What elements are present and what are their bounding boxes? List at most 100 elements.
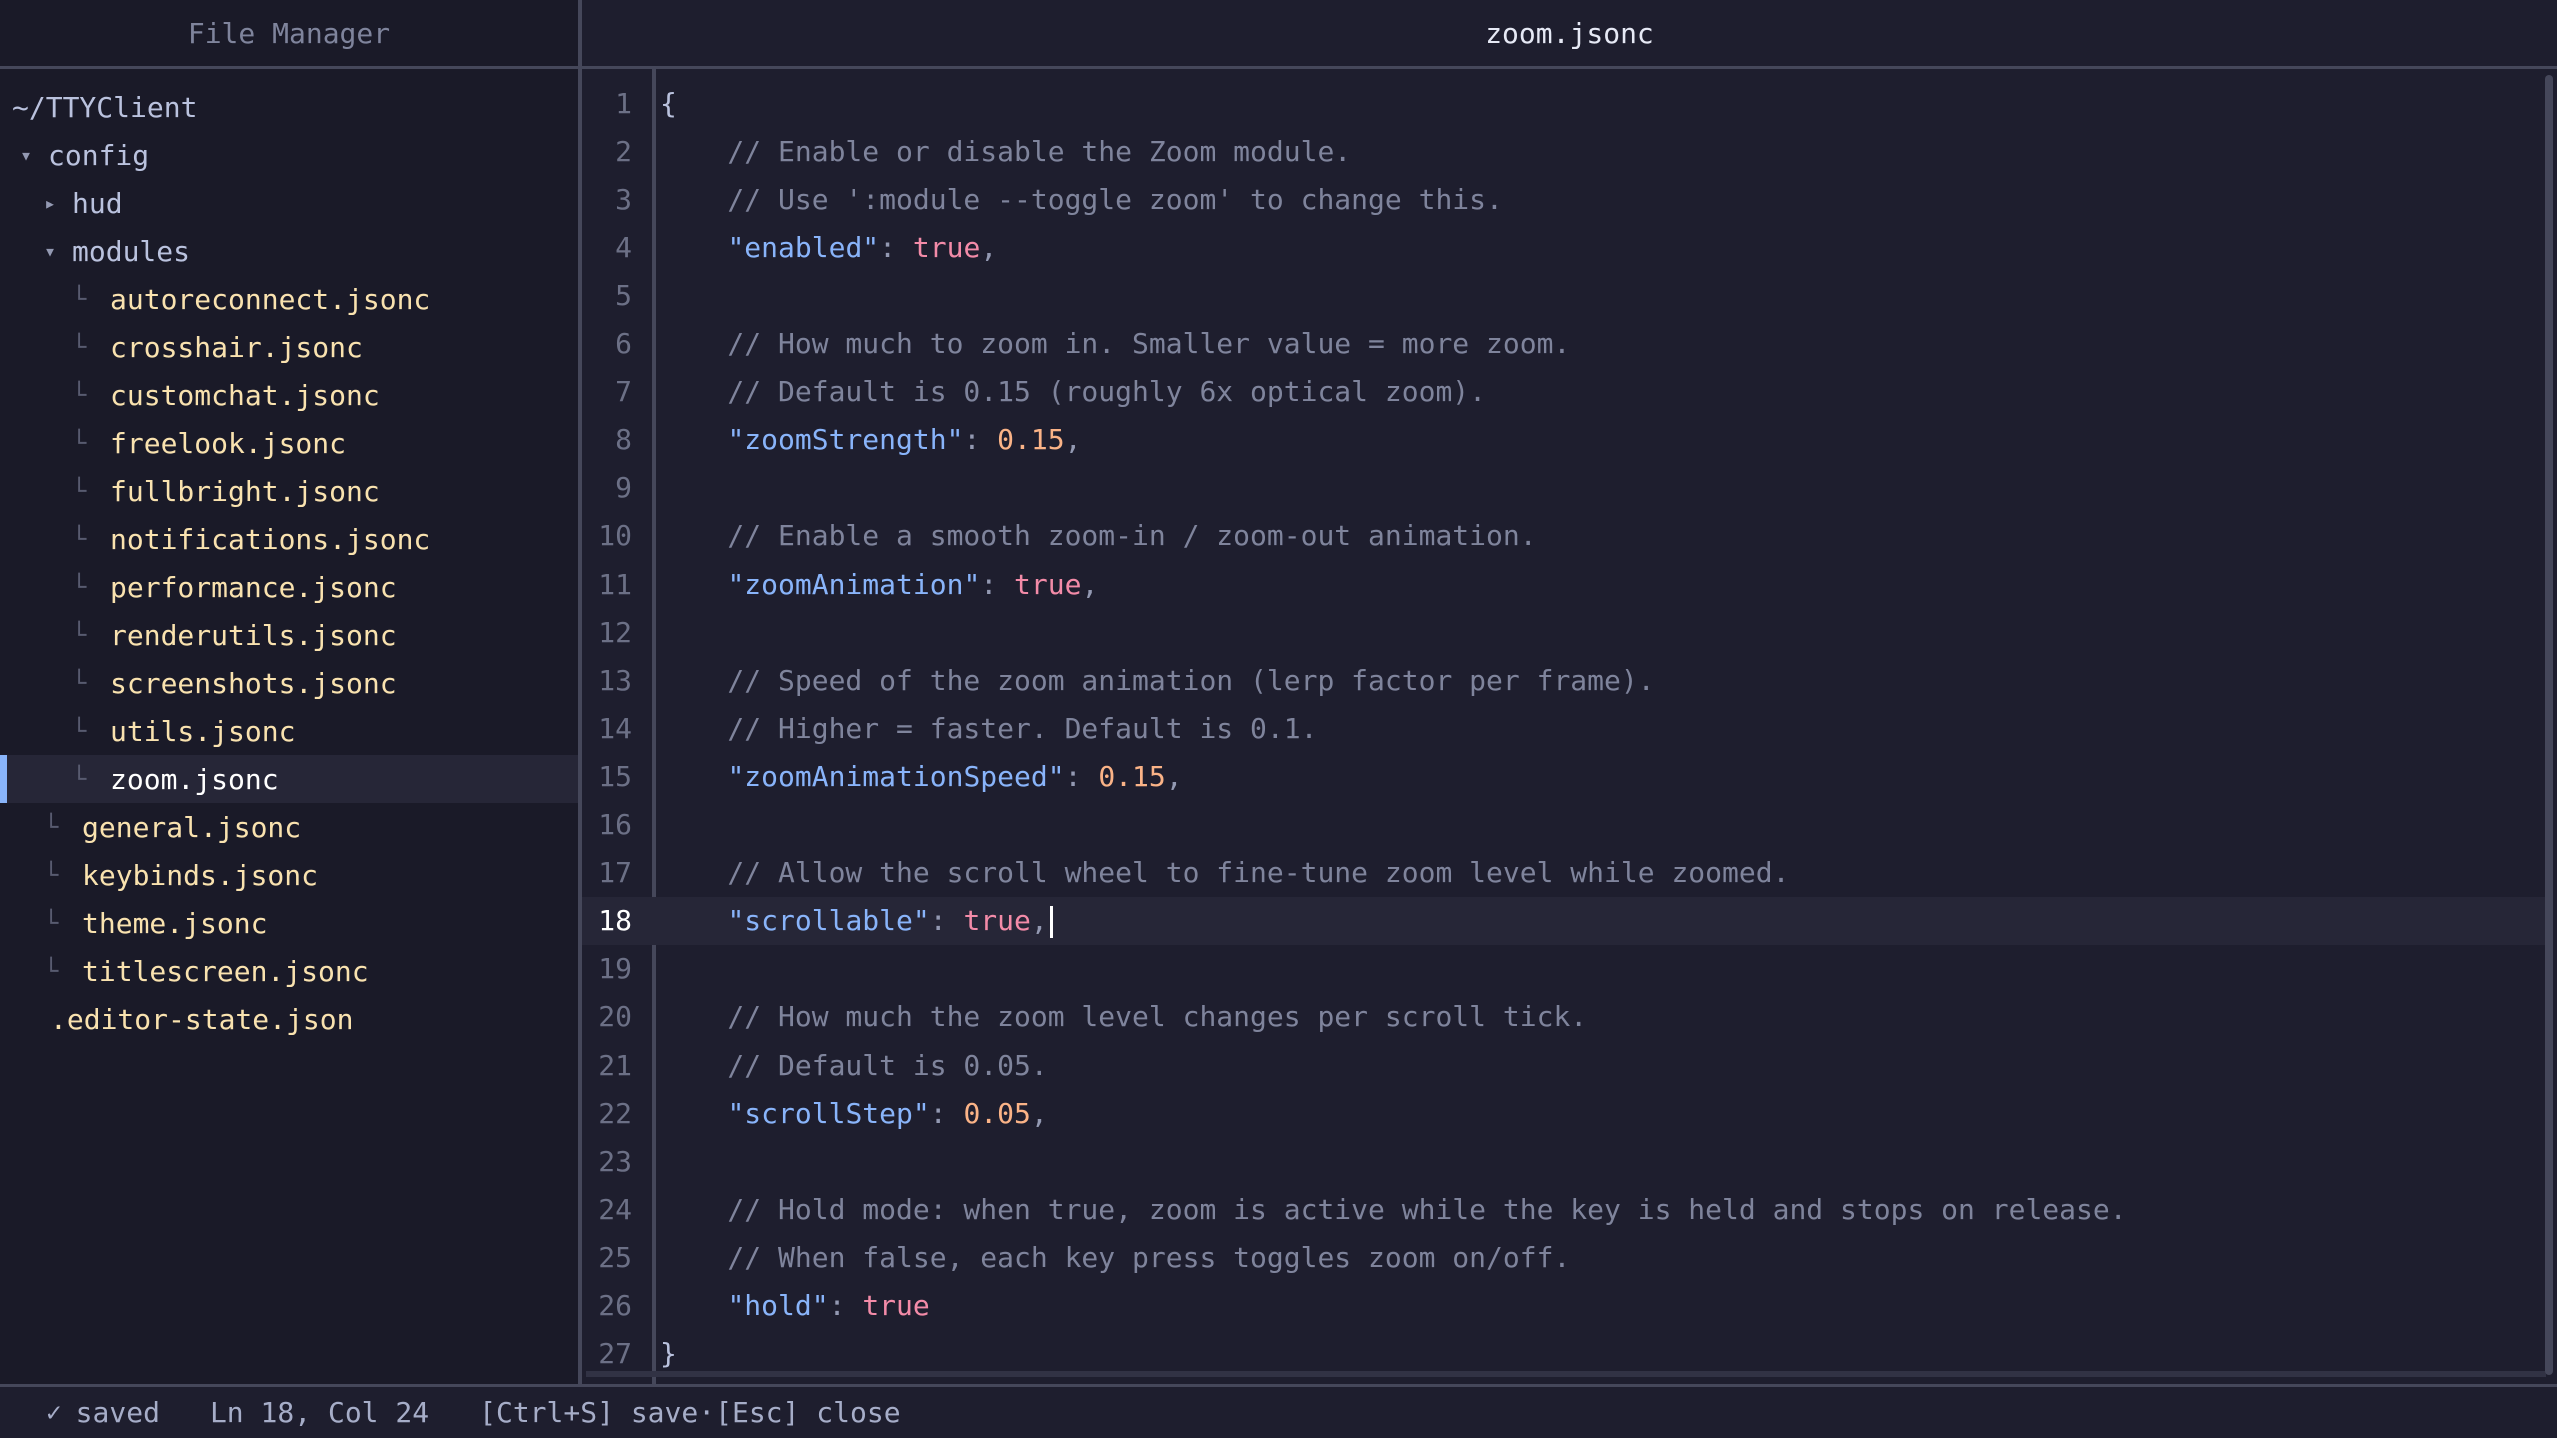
- line-text: "enabled": true,: [660, 231, 997, 264]
- code-token: true: [1014, 567, 1082, 601]
- chevron-right-icon[interactable]: ▸: [44, 191, 72, 215]
- code-line[interactable]: 12: [582, 608, 2547, 656]
- code-line[interactable]: 24 // Hold mode: when true, zoom is acti…: [582, 1185, 2547, 1233]
- file-manager-panel: File Manager ~/TTYClient ▾ config ▸ hud ▾ modu…: [0, 0, 578, 1384]
- code-line[interactable]: 20 // How much the zoom level changes pe…: [582, 993, 2547, 1041]
- code-token: // Enable or disable the Zoom module.: [660, 134, 1352, 168]
- tree-branch-icon: └: [72, 573, 87, 601]
- editor-app: File Manager ~/TTYClient ▾ config ▸ hud ▾ modu…: [0, 0, 2557, 1438]
- tree-folder-item[interactable]: ▸ hud: [0, 179, 578, 227]
- code-token: // When false, each key press toggles zo…: [660, 1240, 1571, 1274]
- code-line[interactable]: 22 "scrollStep": 0.05,: [582, 1089, 2547, 1137]
- code-line[interactable]: 16: [582, 801, 2547, 849]
- tree-file-item[interactable]: └ zoom.jsonc: [0, 755, 578, 803]
- tree-branch-icon: └: [72, 669, 87, 697]
- code-line[interactable]: 5: [582, 271, 2547, 319]
- tree-branch-icon: └: [72, 381, 87, 409]
- code-line[interactable]: 26 "hold": true: [582, 1282, 2547, 1330]
- code-line[interactable]: 1{: [582, 79, 2547, 127]
- tree-file-item[interactable]: └ notifications.jsonc: [0, 515, 578, 563]
- tree-file-item[interactable]: └ fullbright.jsonc: [0, 467, 578, 515]
- code-token: "scrollStep": [727, 1096, 930, 1130]
- editor-body[interactable]: 1{2 // Enable or disable the Zoom module…: [582, 69, 2557, 1384]
- line-text: "zoomStrength": 0.15,: [660, 423, 1081, 456]
- code-line[interactable]: 2 // Enable or disable the Zoom module.: [582, 127, 2547, 175]
- tree-item-label: autoreconnect.jsonc: [110, 282, 431, 316]
- tree-branch-icon: └: [72, 429, 87, 457]
- code-token: "hold": [727, 1289, 829, 1322]
- tree-file-item[interactable]: └ customchat.jsonc: [0, 371, 578, 419]
- code-line[interactable]: 21 // Default is 0.05.: [582, 1041, 2547, 1089]
- code-line[interactable]: 4 "enabled": true,: [582, 223, 2547, 271]
- tree-file-item[interactable]: └ general.jsonc: [0, 803, 578, 851]
- tree-folder-item[interactable]: ▾ modules: [0, 227, 578, 275]
- line-text: "hold": true: [660, 1289, 929, 1322]
- code-token: "zoomStrength": [727, 423, 964, 457]
- tree-branch-icon: └: [72, 285, 87, 313]
- line-text: // How much to zoom in. Smaller value = …: [660, 327, 1570, 360]
- code-line[interactable]: 13 // Speed of the zoom animation (lerp …: [582, 656, 2547, 704]
- line-number: 25: [598, 1240, 632, 1274]
- vertical-scrollbar[interactable]: [2545, 75, 2553, 1375]
- tree-file-item[interactable]: └ utils.jsonc: [0, 707, 578, 755]
- tree-file-item[interactable]: └ autoreconnect.jsonc: [0, 275, 578, 323]
- code-line[interactable]: 25 // When false, each key press toggles…: [582, 1233, 2547, 1281]
- tree-file-item[interactable]: └ screenshots.jsonc: [0, 659, 578, 707]
- code-line[interactable]: 9: [582, 464, 2547, 512]
- line-number: 8: [615, 423, 632, 457]
- code-line[interactable]: 14 // Higher = faster. Default is 0.1.: [582, 704, 2547, 752]
- tree-root-item[interactable]: ~/TTYClient: [0, 83, 578, 131]
- line-text: // How much the zoom level changes per s…: [660, 1000, 1587, 1033]
- tree-item-label: renderutils.jsonc: [110, 618, 397, 652]
- tree-file-item[interactable]: └ crosshair.jsonc: [0, 323, 578, 371]
- code-token: :: [828, 1289, 863, 1322]
- code-line[interactable]: 10 // Enable a smooth zoom-in / zoom-out…: [582, 512, 2547, 560]
- horizontal-scrollbar[interactable]: [586, 1371, 2546, 1377]
- tree-branch-icon: └: [72, 525, 87, 553]
- line-text: // Allow the scroll wheel to fine-tune z…: [660, 856, 1789, 889]
- code-line[interactable]: 7 // Default is 0.15 (roughly 6x optical…: [582, 368, 2547, 416]
- line-text: // Hold mode: when true, zoom is active …: [660, 1193, 2126, 1226]
- cursor-position: Ln 18, Col 24: [209, 1396, 430, 1429]
- line-number: 17: [598, 856, 632, 890]
- code-line[interactable]: 6 // How much to zoom in. Smaller value …: [582, 320, 2547, 368]
- line-text: // Higher = faster. Default is 0.1.: [660, 712, 1317, 745]
- code-token: // Higher = faster. Default is 0.1.: [660, 711, 1318, 745]
- tree-file-item[interactable]: └ keybinds.jsonc: [0, 851, 578, 899]
- tree-file-item[interactable]: .editor-state.json: [0, 995, 578, 1043]
- tree-item-label: performance.jsonc: [110, 570, 397, 604]
- tree-file-item[interactable]: └ titlescreen.jsonc: [0, 947, 578, 995]
- tree-item-label: notifications.jsonc: [110, 522, 431, 556]
- tree-folder-item[interactable]: ▾ config: [0, 131, 578, 179]
- tree-file-item[interactable]: └ freelook.jsonc: [0, 419, 578, 467]
- code-line[interactable]: 11 "zoomAnimation": true,: [582, 560, 2547, 608]
- code-line[interactable]: 18 "scrollable": true,: [582, 896, 2547, 945]
- chevron-down-icon[interactable]: ▾: [44, 239, 72, 263]
- code-line[interactable]: 8 "zoomStrength": 0.15,: [582, 416, 2547, 464]
- code-line[interactable]: 19: [582, 945, 2547, 993]
- tree-item-label: keybinds.jsonc: [82, 858, 319, 892]
- tree-file-item[interactable]: └ theme.jsonc: [0, 899, 578, 947]
- line-text: // Enable a smooth zoom-in / zoom-out an…: [660, 519, 1536, 552]
- line-number: 4: [615, 230, 632, 264]
- line-number: 1: [615, 86, 632, 120]
- line-number: 16: [598, 808, 632, 841]
- save-status-label: saved: [75, 1396, 160, 1429]
- line-number: 23: [598, 1144, 632, 1178]
- code-line[interactable]: 23: [582, 1137, 2547, 1185]
- code-line[interactable]: 3 // Use ':module --toggle zoom' to chan…: [582, 175, 2547, 223]
- chevron-down-icon[interactable]: ▾: [20, 143, 48, 167]
- tree-file-item[interactable]: └ performance.jsonc: [0, 563, 578, 611]
- code-token: 0.15: [997, 423, 1065, 457]
- tree-file-item[interactable]: └ renderutils.jsonc: [0, 611, 578, 659]
- code-token: true: [963, 903, 1031, 937]
- code-line[interactable]: 17 // Allow the scroll wheel to fine-tun…: [582, 849, 2547, 897]
- line-number: 27: [598, 1337, 632, 1371]
- code-token: // Speed of the zoom animation (lerp fac…: [660, 663, 1655, 697]
- code-line[interactable]: 15 "zoomAnimationSpeed": 0.15,: [582, 752, 2547, 800]
- code-token: "scrollable": [727, 903, 930, 937]
